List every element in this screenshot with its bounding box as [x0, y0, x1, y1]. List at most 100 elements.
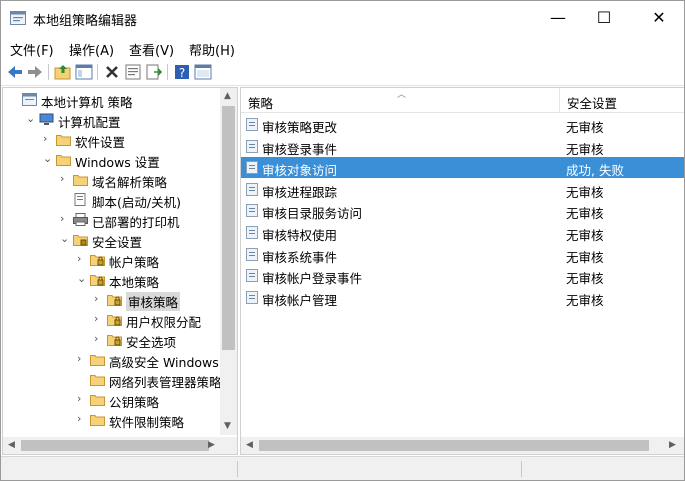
- console-tree[interactable]: › 软件限制策略 › 公钥策略 网络列表管理器策略 › 高级安全 Windows › 安全选项 ›…: [2, 87, 238, 455]
- column-divider[interactable]: [559, 88, 560, 112]
- expand-chevron-icon[interactable]: ›: [60, 172, 64, 185]
- column-header-policy[interactable]: 策略: [248, 93, 273, 112]
- toolbar-separator: [97, 64, 98, 80]
- table-row[interactable]: 审核登录事件 无审核: [241, 136, 684, 157]
- table-row[interactable]: 审核进程跟踪 无审核: [241, 179, 684, 200]
- expand-chevron-icon[interactable]: ›: [94, 292, 98, 305]
- policy-item-icon: [246, 139, 258, 153]
- tree-item[interactable]: 脚本(启动/关机): [3, 190, 220, 210]
- menu-help[interactable]: 帮助(H): [189, 40, 235, 59]
- policy-item-icon: [246, 290, 258, 304]
- tree-item[interactable]: › 安全选项: [3, 330, 220, 350]
- tree-item-label: 脚本(启动/关机): [92, 195, 181, 210]
- scroll-left-arrow-icon[interactable]: ◀: [8, 440, 15, 450]
- expand-chevron-icon[interactable]: ›: [94, 332, 98, 345]
- tree-horizontal-scroll-thumb[interactable]: [21, 440, 209, 451]
- table-row[interactable]: 审核帐户登录事件 无审核: [241, 265, 684, 287]
- expand-chevron-icon[interactable]: ›: [77, 412, 81, 425]
- collapse-chevron-icon[interactable]: ⌄: [26, 112, 35, 125]
- policy-item-icon: [246, 247, 258, 261]
- delete-icon[interactable]: [103, 63, 121, 81]
- tree-item[interactable]: › 帐户策略: [3, 250, 220, 270]
- group-policy-app-icon: [10, 11, 26, 25]
- properties-icon[interactable]: [124, 63, 142, 81]
- scroll-down-arrow-icon[interactable]: ▼: [224, 421, 231, 431]
- status-divider: [521, 461, 522, 477]
- policy-item-icon: [246, 226, 258, 239]
- tree-item[interactable]: › 用户权限分配: [3, 310, 220, 330]
- lock-folder-icon: [107, 333, 122, 346]
- tree-item[interactable]: ⌄ 本地策略: [3, 270, 220, 290]
- scroll-up-arrow-icon[interactable]: ▲: [224, 91, 231, 101]
- policy-name: 审核登录事件: [262, 141, 338, 157]
- policy-name: 审核帐户登录事件: [262, 271, 363, 287]
- list-horizontal-scrollbar[interactable]: ◀ ▶: [241, 437, 684, 454]
- policy-setting-value: 无审核: [566, 271, 604, 287]
- expand-chevron-icon[interactable]: ›: [43, 132, 47, 145]
- tree-item[interactable]: › 软件设置: [3, 130, 220, 150]
- policy-name: 审核进程跟踪: [262, 184, 338, 200]
- policy-setting-value: 无审核: [566, 120, 604, 135]
- tree-item[interactable]: › 审核策略: [3, 290, 220, 311]
- menu-file[interactable]: 文件(F): [10, 40, 54, 59]
- export-list-icon[interactable]: [145, 63, 163, 81]
- tree-item[interactable]: 网络列表管理器策略: [3, 370, 222, 390]
- table-row[interactable]: 审核帐户管理 无审核: [241, 287, 684, 308]
- table-row[interactable]: 审核策略更改 无审核: [241, 114, 684, 135]
- tree-item[interactable]: ⌄ 安全设置: [3, 230, 220, 250]
- tree-item[interactable]: › 域名解析策略: [3, 170, 220, 190]
- table-row[interactable]: 审核目录服务访问 无审核: [241, 200, 684, 221]
- tree-item[interactable]: 本地计算机 策略: [3, 90, 220, 110]
- up-folder-icon[interactable]: [54, 63, 72, 81]
- help-icon[interactable]: ?: [173, 63, 191, 81]
- tree-horizontal-scrollbar[interactable]: ◀ ▶: [3, 437, 237, 454]
- minimize-button[interactable]: —: [535, 1, 581, 35]
- collapse-chevron-icon[interactable]: ⌄: [60, 232, 69, 245]
- scroll-right-arrow-icon[interactable]: ▶: [669, 440, 676, 450]
- scroll-left-arrow-icon[interactable]: ◀: [246, 440, 253, 450]
- tree-item-label: 计算机配置: [58, 115, 121, 130]
- console-view-icon[interactable]: [194, 63, 212, 81]
- back-arrow-icon[interactable]: [6, 63, 24, 81]
- menu-action[interactable]: 操作(A): [69, 40, 114, 59]
- expand-chevron-icon[interactable]: ›: [60, 212, 64, 225]
- tree-item[interactable]: ⌄ 计算机配置: [3, 110, 220, 130]
- tree-item-label: Windows 设置: [75, 155, 160, 170]
- scroll-right-arrow-icon[interactable]: ▶: [208, 440, 215, 450]
- tree-item[interactable]: › 软件限制策略: [3, 410, 220, 430]
- table-row[interactable]: 审核对象访问 成功, 失败: [241, 157, 684, 179]
- expand-chevron-icon[interactable]: ›: [77, 352, 81, 365]
- show-hide-tree-icon[interactable]: [75, 63, 93, 81]
- close-button[interactable]: ✕: [636, 1, 682, 35]
- policy-icon: [22, 93, 37, 106]
- tree-item[interactable]: › 高级安全 Windows: [3, 350, 220, 370]
- policy-setting-value: 无审核: [566, 292, 604, 308]
- folder-icon: [90, 413, 105, 426]
- policy-name: 审核策略更改: [262, 120, 338, 135]
- folder-icon: [90, 393, 105, 406]
- maximize-button[interactable]: ☐: [581, 1, 627, 35]
- table-row[interactable]: 审核系统事件 无审核: [241, 244, 684, 265]
- collapse-chevron-icon[interactable]: ⌄: [43, 152, 52, 165]
- table-row[interactable]: 审核特权使用 无审核: [241, 222, 684, 243]
- tree-item[interactable]: › 公钥策略: [3, 390, 220, 410]
- expand-chevron-icon[interactable]: ›: [77, 392, 81, 405]
- tree-vertical-scrollbar[interactable]: ▲ ▼: [220, 88, 237, 435]
- tree-item[interactable]: › 已部署的打印机: [3, 210, 220, 230]
- expand-chevron-icon[interactable]: ›: [94, 312, 98, 325]
- policy-item-icon: [246, 269, 258, 283]
- tree-item-label: 软件设置: [75, 135, 126, 150]
- forward-arrow-icon[interactable]: [26, 63, 44, 81]
- tree-item[interactable]: ⌄ Windows 设置: [3, 150, 220, 170]
- tree-vertical-scroll-thumb[interactable]: [222, 106, 235, 350]
- collapse-chevron-icon[interactable]: ⌄: [77, 272, 86, 285]
- policy-name: 审核特权使用: [262, 228, 338, 243]
- script-icon: [73, 193, 88, 206]
- menu-view[interactable]: 查看(V): [129, 40, 174, 59]
- column-header-security-setting[interactable]: 安全设置: [567, 93, 617, 112]
- expand-chevron-icon[interactable]: ›: [77, 252, 81, 265]
- menu-bar: 文件(F) 操作(A) 查看(V) 帮助(H): [1, 37, 684, 59]
- list-horizontal-scroll-thumb[interactable]: [259, 440, 649, 451]
- lock-folder-icon: [90, 273, 105, 286]
- policy-name: 审核系统事件: [262, 249, 338, 265]
